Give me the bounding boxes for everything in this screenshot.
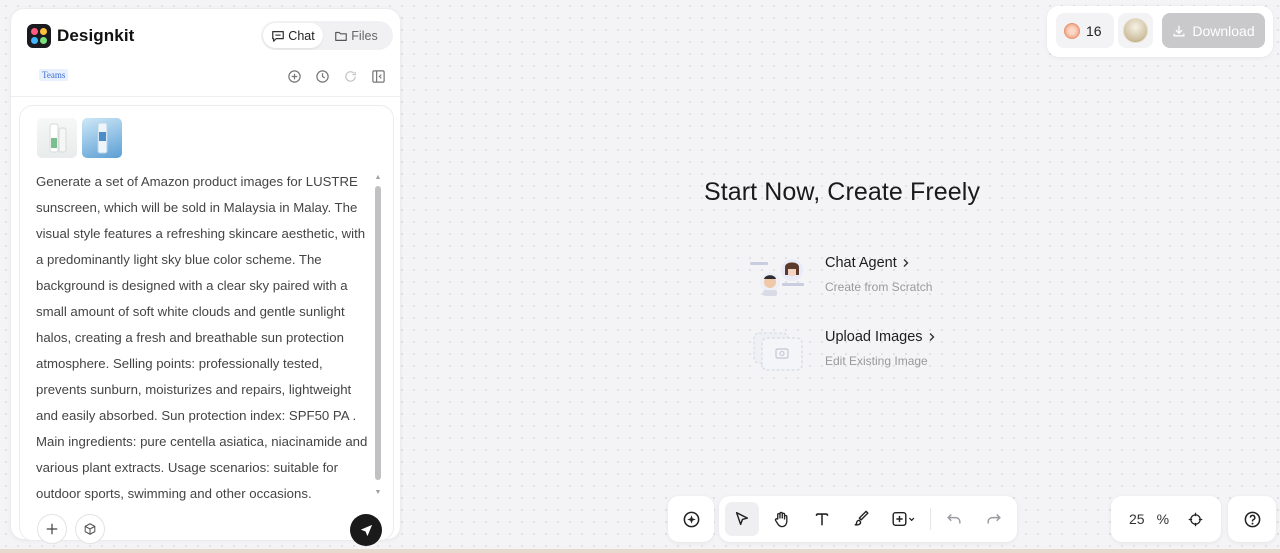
cube-icon (84, 523, 96, 535)
download-icon (1173, 25, 1185, 36)
upload-images-subtitle: Edit Existing Image (825, 354, 928, 368)
undo-icon (947, 513, 961, 524)
brush-icon (854, 510, 869, 526)
prompt-textarea[interactable]: Generate a set of Amazon product images … (36, 169, 372, 505)
help-icon (1244, 511, 1260, 527)
redo-icon (987, 513, 1001, 524)
canvas-toolbar (719, 496, 1017, 542)
add-box-icon (892, 511, 915, 527)
chat-agent-illustration-icon (750, 256, 808, 298)
top-right-toolbar: 16 Download (1047, 6, 1273, 57)
help-group (1228, 496, 1276, 542)
credits-counter[interactable]: 16 (1056, 13, 1114, 48)
tab-chat-label: Chat (288, 28, 315, 43)
credit-coin-icon (1064, 22, 1080, 39)
scroll-down-arrow-icon[interactable]: ▼ (374, 489, 382, 496)
brand-name: Designkit (57, 26, 135, 45)
insert-shape-button[interactable] (884, 502, 924, 536)
cursor-icon (735, 511, 749, 526)
download-label: Download (1192, 22, 1255, 39)
avatar (1123, 18, 1148, 43)
teams-badge[interactable]: Teams (39, 69, 69, 81)
tab-files[interactable]: Files (323, 23, 389, 48)
chevron-right-icon (929, 333, 935, 341)
prompt-scrollbar[interactable]: ▲ ▼ (374, 174, 382, 496)
designkit-logo-icon (27, 24, 51, 48)
composer-tools (37, 514, 105, 544)
chat-agent-title: Chat Agent (825, 255, 911, 271)
history-icon[interactable] (313, 67, 332, 86)
help-button[interactable] (1235, 502, 1269, 536)
new-chat-icon[interactable] (285, 67, 304, 86)
fit-to-screen-button[interactable] (1181, 502, 1209, 536)
sparkle-plus-icon (683, 511, 699, 527)
user-avatar-button[interactable] (1118, 13, 1153, 48)
upload-images-title: Upload Images (825, 329, 937, 345)
model-select-button[interactable] (75, 514, 105, 544)
upload-images-illustration-icon (750, 330, 808, 372)
send-button[interactable] (350, 514, 382, 546)
attached-image-thumbnail[interactable] (82, 118, 122, 158)
brand: Designkit (27, 24, 134, 48)
panel-divider (11, 96, 400, 97)
chevron-right-icon (903, 259, 909, 267)
download-button[interactable]: Download (1162, 13, 1265, 48)
zoom-unit: % (1156, 511, 1170, 527)
redo-button[interactable] (977, 502, 1011, 536)
zoom-value[interactable]: 25 (1129, 511, 1145, 527)
tab-chat[interactable]: Chat (263, 23, 323, 48)
refresh-icon[interactable] (341, 67, 360, 86)
credits-value: 16 (1086, 22, 1102, 39)
ai-assist-button[interactable] (674, 502, 708, 536)
attached-images (37, 118, 122, 158)
brush-tool-button[interactable] (845, 502, 879, 536)
scrollbar-thumb[interactable] (375, 186, 381, 480)
undo-button[interactable] (937, 502, 971, 536)
chat-agent-title-text: Chat Agent (825, 255, 897, 271)
zoom-control: 25 % (1111, 496, 1221, 542)
panel-tab-switcher: Chat Files (261, 21, 393, 50)
ai-tools-group (668, 496, 714, 542)
scroll-up-arrow-icon[interactable]: ▲ (374, 174, 382, 181)
chat-agent-option[interactable]: Chat Agent Create from Scratch (750, 252, 990, 302)
panel-toolbar (285, 67, 388, 86)
toolbar-separator (930, 508, 932, 530)
text-tool-button[interactable] (805, 502, 839, 536)
tab-files-label: Files (351, 28, 378, 43)
prompt-composer: Generate a set of Amazon product images … (19, 105, 394, 546)
collapse-panel-icon[interactable] (369, 67, 388, 86)
page-title: Start Now, Create Freely (703, 178, 981, 206)
chat-agent-subtitle: Create from Scratch (825, 280, 933, 294)
hand-icon (775, 511, 788, 527)
window-bottom-edge (0, 549, 1280, 553)
select-tool-button[interactable] (725, 502, 759, 536)
crosshair-icon (1188, 512, 1202, 526)
attached-image-thumbnail[interactable] (37, 118, 77, 158)
plus-icon (46, 523, 58, 535)
add-attachment-button[interactable] (37, 514, 67, 544)
upload-images-option[interactable]: Upload Images Edit Existing Image (750, 326, 990, 376)
folder-icon (335, 31, 348, 41)
send-icon (360, 524, 372, 536)
chat-icon (272, 30, 285, 42)
text-icon (815, 513, 828, 526)
chat-panel: Designkit Chat Files Teams Generate a se… (10, 8, 401, 546)
hand-tool-button[interactable] (765, 502, 799, 536)
upload-images-title-text: Upload Images (825, 329, 923, 345)
